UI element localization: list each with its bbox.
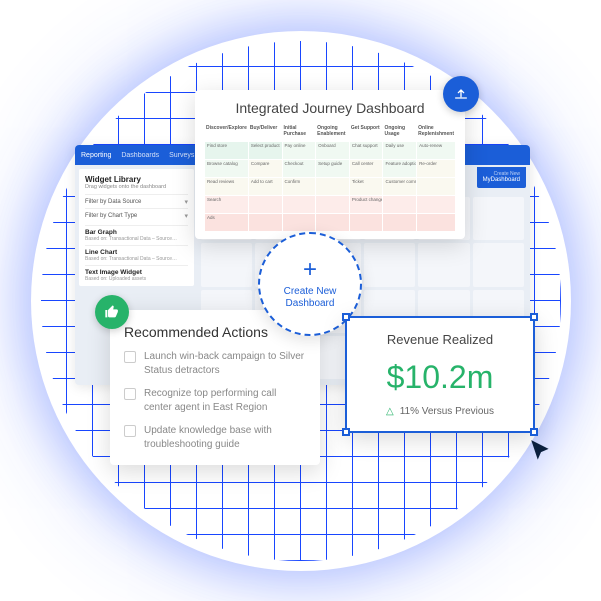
- create-label-1: Create New: [284, 286, 337, 298]
- journey-cell[interactable]: Product changes: [350, 196, 383, 213]
- journey-column-header: Initial Purchase: [283, 124, 316, 141]
- journey-title: Integrated Journey Dashboard: [205, 100, 455, 116]
- journey-cell[interactable]: Find store: [205, 142, 248, 159]
- journey-column-header: Discover/Explore: [205, 124, 248, 141]
- journey-column-header: Ongoing Usage: [383, 124, 416, 141]
- chevron-down-icon: ▾: [184, 212, 188, 220]
- checkbox[interactable]: [124, 425, 136, 437]
- journey-cell[interactable]: [283, 196, 316, 213]
- recommended-item[interactable]: Update knowledge base with troubleshooti…: [124, 424, 306, 451]
- upload-icon: [453, 86, 469, 102]
- journey-cell[interactable]: [316, 214, 349, 231]
- journey-cell[interactable]: [249, 196, 282, 213]
- journey-cell[interactable]: Setup guide: [316, 160, 349, 177]
- journey-cell[interactable]: Ticket: [350, 178, 383, 195]
- journey-cell[interactable]: Browse catalog: [205, 160, 248, 177]
- widget-library-panel: Widget Library Drag widgets onto the das…: [79, 169, 194, 286]
- journey-cell[interactable]: Pay online: [283, 142, 316, 159]
- recommended-text: Launch win-back campaign to Silver Statu…: [144, 350, 306, 377]
- revenue-delta: △ 11% Versus Previous: [359, 406, 521, 417]
- journey-column-header: Online Replenishment: [417, 124, 455, 141]
- recommended-actions-card: Recommended Actions Launch win-back camp…: [110, 310, 320, 465]
- journey-cell[interactable]: Add to cart: [249, 178, 282, 195]
- journey-cell[interactable]: Ads: [205, 214, 248, 231]
- app-tab[interactable]: Surveys: [169, 152, 194, 159]
- revenue-card[interactable]: Revenue Realized $10.2m △ 11% Versus Pre…: [345, 316, 535, 433]
- recommended-text: Recognize top performing call center age…: [144, 387, 306, 414]
- journey-column-header: Ongoing Enablement: [316, 124, 349, 141]
- create-label: Create New: [483, 171, 520, 177]
- plus-icon: +: [303, 258, 317, 282]
- journey-cell[interactable]: Onboard: [316, 142, 349, 159]
- journey-cell[interactable]: Call center: [350, 160, 383, 177]
- journey-cell[interactable]: Customer communication: [383, 178, 416, 195]
- filter-data-source[interactable]: Filter by Data Source ▾: [85, 194, 188, 208]
- journey-cell[interactable]: [283, 214, 316, 231]
- dashboard-name: MyDashboard: [483, 177, 520, 184]
- journey-cell[interactable]: [316, 196, 349, 213]
- widget-item[interactable]: Text Image Widget Based on: Uploaded ass…: [85, 265, 188, 282]
- resize-handle[interactable]: [530, 313, 538, 321]
- journey-cell[interactable]: [417, 196, 455, 213]
- widget-item[interactable]: Line Chart Based on: Transactional Data …: [85, 245, 188, 262]
- journey-cell[interactable]: Daily use: [383, 142, 416, 159]
- journey-cell[interactable]: Select product: [249, 142, 282, 159]
- journey-cell[interactable]: Re-order: [417, 160, 455, 177]
- journey-cell[interactable]: Auto-renew: [417, 142, 455, 159]
- filter-chart-type[interactable]: Filter by Chart Type ▾: [85, 208, 188, 222]
- recommended-text: Update knowledge base with troubleshooti…: [144, 424, 306, 451]
- recommended-title: Recommended Actions: [124, 324, 306, 340]
- journey-matrix: Discover/ExploreBuy/DeliverInitial Purch…: [205, 124, 455, 231]
- journey-cell[interactable]: Search: [205, 196, 248, 213]
- journey-cell[interactable]: [417, 214, 455, 231]
- upload-button[interactable]: [443, 76, 479, 112]
- dashboard-name-panel: Create New MyDashboard: [477, 167, 526, 188]
- widget-item[interactable]: Bar Graph Based on: Transactional Data –…: [85, 225, 188, 242]
- triangle-up-icon: △: [386, 406, 394, 417]
- revenue-title: Revenue Realized: [359, 332, 521, 347]
- app-tab[interactable]: Dashboards: [121, 152, 159, 159]
- resize-handle[interactable]: [342, 428, 350, 436]
- journey-cell[interactable]: Compare: [249, 160, 282, 177]
- checkbox[interactable]: [124, 351, 136, 363]
- journey-cell[interactable]: [316, 178, 349, 195]
- journey-cell[interactable]: [350, 214, 383, 231]
- recommended-item[interactable]: Recognize top performing call center age…: [124, 387, 306, 414]
- thumbs-up-icon: [104, 304, 120, 320]
- journey-cell[interactable]: [417, 178, 455, 195]
- journey-cell[interactable]: [383, 214, 416, 231]
- widget-library-subtitle: Drag widgets onto the dashboard: [85, 184, 188, 190]
- journey-cell[interactable]: Read reviews: [205, 178, 248, 195]
- revenue-value: $10.2m: [359, 359, 521, 396]
- thumbs-up-badge: [95, 295, 129, 329]
- journey-column-header: Get Support: [350, 124, 383, 141]
- checkbox[interactable]: [124, 388, 136, 400]
- journey-cell[interactable]: Checkout: [283, 160, 316, 177]
- resize-handle[interactable]: [342, 313, 350, 321]
- widget-library-title: Widget Library: [85, 175, 188, 184]
- chevron-down-icon: ▾: [184, 198, 188, 206]
- journey-cell[interactable]: Chat support: [350, 142, 383, 159]
- resize-handle[interactable]: [530, 428, 538, 436]
- journey-dashboard-card[interactable]: Integrated Journey Dashboard Discover/Ex…: [195, 90, 465, 239]
- journey-cell[interactable]: [383, 196, 416, 213]
- create-label-2: Dashboard: [284, 298, 337, 310]
- journey-cell[interactable]: [249, 214, 282, 231]
- cursor-icon: [528, 438, 554, 469]
- journey-column-header: Buy/Deliver: [249, 124, 282, 141]
- recommended-item[interactable]: Launch win-back campaign to Silver Statu…: [124, 350, 306, 377]
- app-brand: Reporting: [81, 152, 111, 159]
- journey-cell[interactable]: Feature adoption: [383, 160, 416, 177]
- journey-cell[interactable]: Confirm: [283, 178, 316, 195]
